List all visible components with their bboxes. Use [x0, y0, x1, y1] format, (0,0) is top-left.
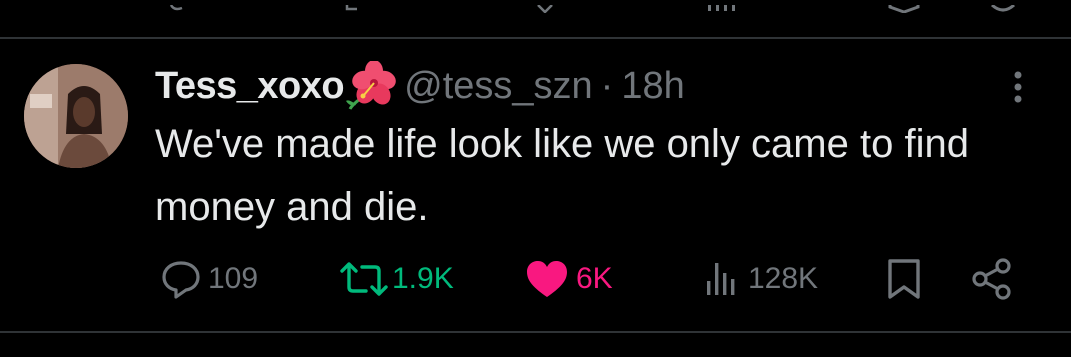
bottom-divider [0, 331, 1071, 333]
previous-like-icon[interactable] [537, 0, 553, 14]
timestamp[interactable]: 18h [621, 65, 684, 108]
repost-icon [338, 259, 390, 299]
previous-share-icon[interactable] [990, 0, 1016, 12]
tweet[interactable]: Tess_xoxo @tess_szn · 18h We've made lif… [0, 39, 1071, 331]
views-button[interactable]: 128K [702, 251, 818, 307]
reply-icon [160, 258, 202, 300]
tweet-actions: 109 1.9K 6K 128K [0, 251, 1071, 307]
like-count: 6K [576, 262, 613, 295]
views-bar-chart-icon [702, 259, 742, 299]
more-vertical-icon [1003, 71, 1033, 111]
previous-reply-icon[interactable] [169, 0, 184, 11]
reply-button[interactable]: 109 [160, 251, 258, 307]
share-icon [970, 257, 1014, 301]
avatar[interactable] [24, 64, 128, 168]
previous-bookmark-icon[interactable] [888, 0, 920, 14]
repost-count: 1.9K [392, 262, 454, 295]
display-name[interactable]: Tess_xoxo [155, 65, 345, 108]
reply-count: 109 [208, 262, 259, 295]
previous-tweet-actions [0, 0, 1071, 37]
bookmark-icon [884, 257, 924, 301]
bookmark-button[interactable] [884, 251, 924, 307]
share-button[interactable] [970, 251, 1014, 307]
header-separator: · [600, 64, 614, 107]
user-handle[interactable]: @tess_szn [404, 65, 593, 108]
views-count: 128K [748, 262, 819, 295]
tweet-text: We've made life look like we only came t… [155, 122, 969, 229]
more-options-button[interactable] [1003, 67, 1033, 107]
previous-views-icon[interactable] [707, 0, 737, 11]
hibiscus-icon [346, 60, 396, 111]
like-button[interactable]: 6K [524, 251, 613, 307]
repost-button[interactable]: 1.9K [338, 251, 454, 307]
previous-repost-icon[interactable] [345, 0, 359, 11]
tweet-header: Tess_xoxo @tess_szn · 18h [155, 60, 685, 111]
heart-icon [524, 258, 570, 300]
